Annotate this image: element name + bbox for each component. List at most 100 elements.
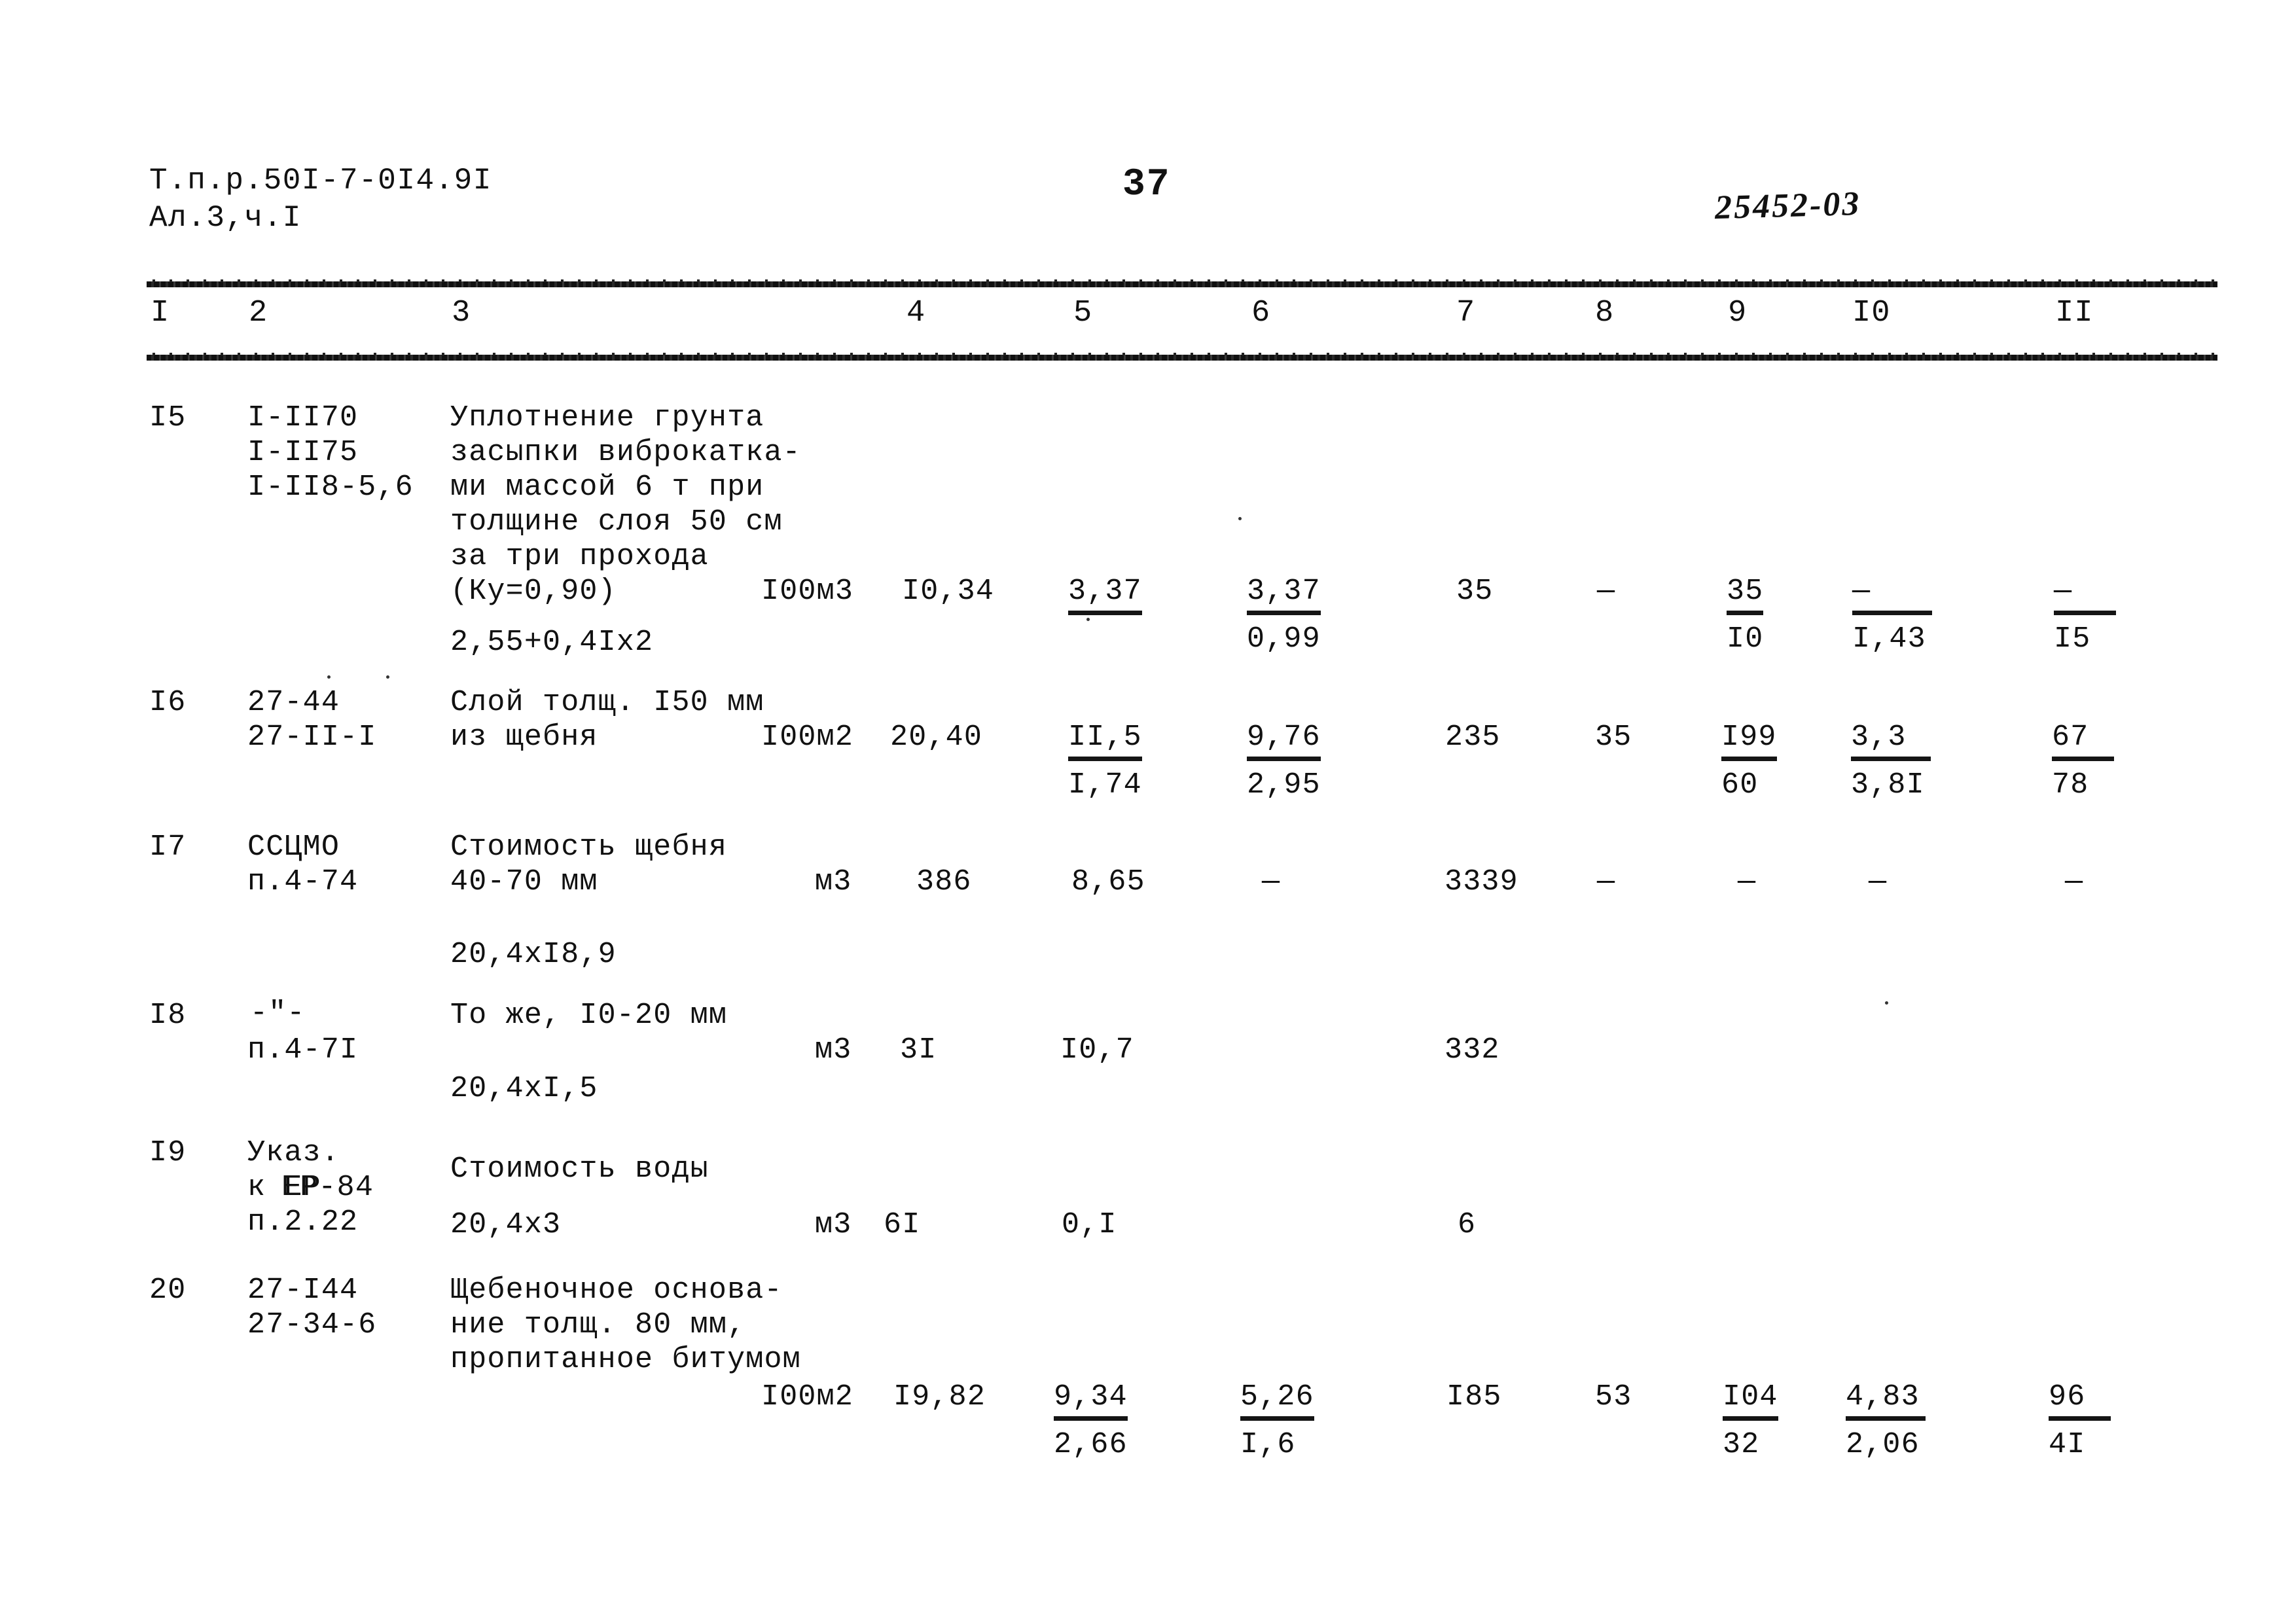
row-15-col10-bot: I,43 <box>1852 622 1926 656</box>
row-19-code-1: Указ. <box>247 1136 340 1169</box>
row-15-number: I5 <box>149 401 187 435</box>
row-20-col10-top: 4,83 <box>1846 1380 1926 1421</box>
row-17-desc-1: Стоимость щебня <box>450 830 728 864</box>
row-20-number: 20 <box>149 1274 187 1307</box>
row-16-col10-bot: 3,8I <box>1851 768 1925 802</box>
row-15-col6-top: 3,37 <box>1247 574 1321 615</box>
row-16-col11-bot: 78 <box>2052 768 2089 802</box>
column-header-10: I0 <box>1852 296 1891 330</box>
row-19-number: I9 <box>149 1136 187 1169</box>
row-16-number: I6 <box>149 686 187 719</box>
row-20-col7: I85 <box>1446 1380 1502 1414</box>
row-16-unit: I00м2 <box>761 721 854 754</box>
column-header-5: 5 <box>1073 296 1093 330</box>
row-20-col4: I9,82 <box>893 1380 986 1414</box>
row-15-desc-4: толщине слоя 50 см <box>450 505 783 539</box>
column-header-4: 4 <box>906 296 926 330</box>
row-17-desc-2: 40-70 мм <box>450 865 598 899</box>
row-19-formula: 20,4x3 <box>450 1208 562 1241</box>
row-15-col11-bot: I5 <box>2054 622 2091 656</box>
row-15-desc-3: ми массой 6 т при <box>450 471 764 504</box>
row-20-col9-bot: 32 <box>1723 1428 1760 1461</box>
row-17-col8: — <box>1597 865 1615 899</box>
row-18-code-2: п.4-7I <box>247 1033 359 1067</box>
row-16-col8: 35 <box>1595 721 1632 754</box>
row-17-col11: — <box>2065 865 2083 899</box>
row-15-col9-bot: I0 <box>1727 622 1764 656</box>
row-17-col10: — <box>1869 865 1887 899</box>
scan-speck <box>327 675 331 679</box>
row-20-col5-top: 9,34 <box>1054 1380 1128 1421</box>
row-20-col9-top: I04 <box>1723 1380 1778 1421</box>
row-20-col5-bot: 2,66 <box>1054 1428 1128 1461</box>
row-16-col6-bot: 2,95 <box>1247 768 1321 802</box>
scan-speck <box>1238 517 1242 520</box>
row-15-col6-bot: 0,99 <box>1247 622 1321 656</box>
row-20-code-1: 27-I44 <box>247 1274 359 1307</box>
row-20-col11-top: 96 <box>2049 1380 2111 1421</box>
row-17-col4: 386 <box>916 865 972 899</box>
row-16-col6-top: 9,76 <box>1247 720 1321 761</box>
row-19-code-overstrike: к ЕР ЕР-84 <box>247 1170 373 1205</box>
row-18-desc-1: То же, I0-20 мм <box>450 999 728 1032</box>
column-header-11: II <box>2055 296 2094 330</box>
row-18-formula: 20,4xI,5 <box>450 1072 598 1105</box>
row-15-col10-top: — <box>1852 574 1932 615</box>
row-18-code-1: -"- <box>250 997 306 1030</box>
row-19-col5: 0,I <box>1062 1208 1117 1241</box>
row-19-desc-1: Стоимость воды <box>450 1152 709 1186</box>
row-20-col10-bot: 2,06 <box>1846 1428 1920 1461</box>
row-20-desc-2: ние толщ. 80 мм, <box>450 1308 746 1342</box>
column-header-9: 9 <box>1728 296 1748 330</box>
row-19-code-2-group: к ЕР ЕР-84 <box>247 1170 373 1205</box>
row-18-col7: 332 <box>1444 1033 1500 1067</box>
column-header-2: 2 <box>249 296 268 330</box>
row-15-col7: 35 <box>1456 575 1494 608</box>
doc-ref-line-1: Т.п.р.50I-7-0I4.9I <box>149 164 492 198</box>
document-reference: Т.п.р.50I-7-0I4.9I Ал.3,ч.I <box>149 162 492 237</box>
row-16-col10-top: 3,3 <box>1851 720 1931 761</box>
row-15-formula: 2,55+0,4Ix2 <box>450 626 654 659</box>
row-17-col5: 8,65 <box>1071 865 1145 899</box>
row-15-desc-2: засыпки виброкатка- <box>450 436 801 469</box>
row-15-col4: I0,34 <box>902 575 995 608</box>
row-20-col6-top: 5,26 <box>1240 1380 1314 1421</box>
row-16-desc-1: Слой толщ. I50 мм <box>450 686 764 719</box>
page-number: 37 <box>1122 164 1171 206</box>
row-17-code-1: ССЦМО <box>247 830 340 864</box>
row-16-col7: 235 <box>1445 721 1501 754</box>
table-rule-bottom <box>147 353 2217 361</box>
row-18-col4: 3I <box>900 1033 937 1067</box>
row-17-col7: 3339 <box>1444 865 1518 899</box>
row-15-desc-5: за три прохода <box>450 540 709 573</box>
row-20-unit: I00м2 <box>761 1380 854 1414</box>
row-18-number: I8 <box>149 999 187 1032</box>
row-17-code-2: п.4-74 <box>247 865 359 899</box>
row-16-desc-2: из щебня <box>450 721 598 754</box>
doc-ref-line-2: Ал.3,ч.I <box>149 201 302 235</box>
scan-speck <box>1086 618 1090 621</box>
row-20-col11-bot: 4I <box>2049 1428 2086 1461</box>
row-19-code-4: п.2.22 <box>247 1205 359 1239</box>
row-20-code-2: 27-34-6 <box>247 1308 377 1342</box>
row-15-col5-top: 3,37 <box>1068 574 1142 615</box>
row-15-desc-6: (Ку=0,90) <box>450 575 617 608</box>
column-header-8: 8 <box>1595 296 1615 330</box>
scan-speck <box>386 675 389 679</box>
row-15-code-2: I-II75 <box>247 436 359 469</box>
row-17-formula: 20,4xI8,9 <box>450 938 617 971</box>
row-19-code-3: ЕР-84 <box>281 1171 374 1204</box>
archive-code-handwritten: 25452-03 <box>1714 185 1862 227</box>
table-rule-top <box>147 279 2217 287</box>
column-header-7: 7 <box>1456 296 1476 330</box>
row-16-col5-bot: I,74 <box>1068 768 1142 802</box>
column-header-1: I <box>151 296 170 330</box>
row-16-col4: 20,40 <box>890 721 983 754</box>
row-15-col11-top: — <box>2054 574 2116 615</box>
row-19-col4: 6I <box>884 1208 921 1241</box>
row-17-unit: м3 <box>815 865 852 899</box>
scan-speck <box>1885 1001 1888 1005</box>
row-15-code-3: I-II8-5,6 <box>247 471 414 504</box>
row-20-col8: 53 <box>1595 1380 1632 1414</box>
row-17-col6: — <box>1262 865 1280 899</box>
